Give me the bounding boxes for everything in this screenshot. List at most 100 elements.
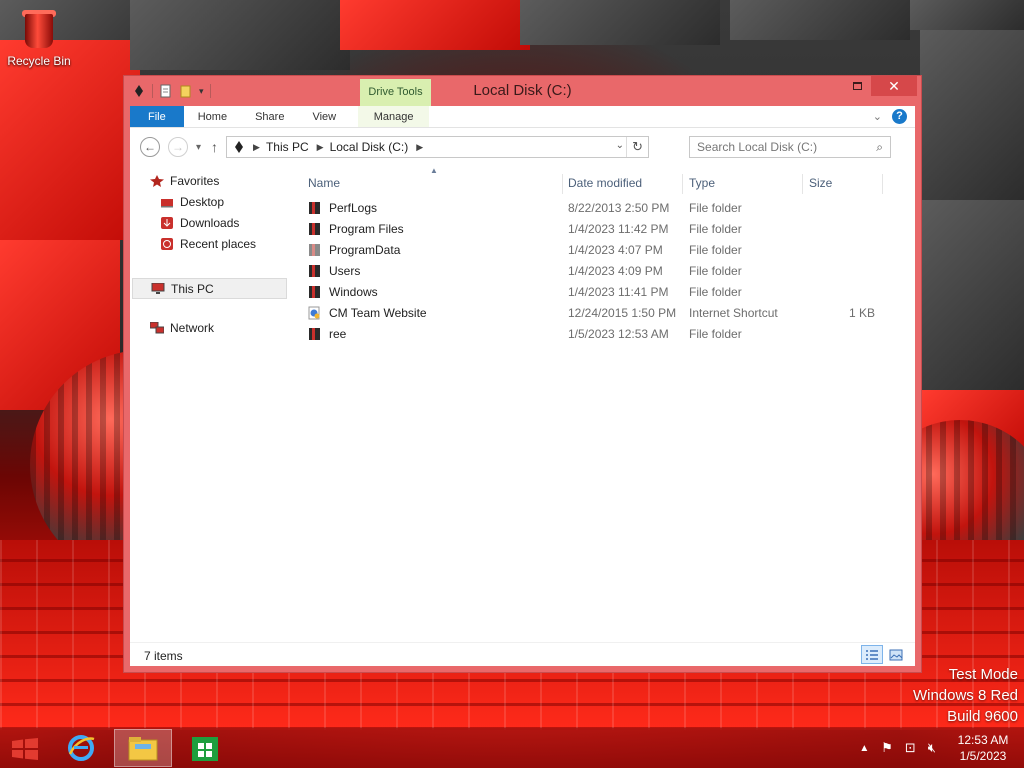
large-icons-view-button[interactable] <box>885 645 907 664</box>
recycle-bin-icon <box>19 8 59 50</box>
column-header-size[interactable]: Size <box>809 174 832 196</box>
address-history-chevron-icon[interactable]: ⌄ <box>616 140 624 151</box>
nav-item-recent-places[interactable]: Recent places <box>160 237 256 251</box>
file-type: File folder <box>689 243 742 257</box>
file-name: CM Team Website <box>329 306 427 320</box>
file-explorer-icon <box>128 737 158 761</box>
view-switcher <box>861 645 907 664</box>
file-row-windows[interactable]: Windows 1/4/2023 11:41 PM File folder <box>300 282 905 303</box>
volume-muted-icon[interactable]: 🔇︎ <box>928 740 936 756</box>
watermark-line-2: Windows 8 Red <box>912 687 1018 704</box>
help-icon[interactable]: ? <box>892 109 907 124</box>
show-hidden-icons-chevron-icon[interactable]: ▲ <box>859 743 869 754</box>
desktop-icon-recycle-bin[interactable]: Recycle Bin <box>4 8 74 68</box>
file-name: PerfLogs <box>329 201 378 215</box>
nav-item-network[interactable]: Network <box>150 321 214 335</box>
action-center-flag-icon[interactable]: ⚑ <box>881 740 893 756</box>
file-row-perflogs[interactable]: PerfLogs 8/22/2013 2:50 PM File folder <box>300 198 905 219</box>
taskbar-clock[interactable]: 12:53 AM 1/5/2023 <box>948 732 1018 764</box>
status-bar: 7 items <box>130 642 915 666</box>
nav-item-desktop[interactable]: Desktop <box>160 195 224 209</box>
breadcrumb-separator-icon[interactable]: ▶ <box>416 142 423 153</box>
file-type: Internet Shortcut <box>689 306 778 320</box>
tab-view[interactable]: View <box>298 106 350 127</box>
taskbar-file-explorer[interactable] <box>114 729 172 767</box>
column-header-name[interactable]: Name <box>308 174 340 196</box>
nav-item-downloads[interactable]: Downloads <box>160 216 239 230</box>
maximize-button[interactable] <box>843 76 871 96</box>
folder-icon <box>309 244 320 256</box>
taskbar-store[interactable] <box>176 729 234 767</box>
taskbar-internet-explorer[interactable] <box>52 729 110 767</box>
folder-icon <box>309 328 320 340</box>
this-pc-icon <box>151 282 165 294</box>
forward-button[interactable]: → <box>168 137 188 157</box>
network-icon <box>150 322 164 334</box>
internet-shortcut-icon <box>308 306 320 320</box>
details-view-icon <box>866 649 878 660</box>
column-header-type[interactable]: Type <box>689 174 715 196</box>
address-bar[interactable]: ▶ This PC ▶ Local Disk (C:) ▶ ⌄ ↻ <box>226 136 650 158</box>
recent-locations-chevron-icon[interactable]: ▾ <box>196 142 201 153</box>
network-status-icon[interactable]: ⊡ <box>905 740 916 756</box>
nav-item-label: This PC <box>171 281 214 296</box>
refresh-icon: ↻ <box>632 139 643 154</box>
breadcrumb-separator-icon[interactable]: ▶ <box>317 142 324 153</box>
maximize-icon <box>852 82 862 90</box>
expand-ribbon-chevron-icon[interactable]: ⌄ <box>873 110 882 123</box>
breadcrumb-local-disk[interactable]: Local Disk (C:) <box>330 140 409 154</box>
ribbon-tabs: File Home Share View Manage ⌄ ? <box>130 106 915 128</box>
file-row-ree[interactable]: ree 1/5/2023 12:53 AM File folder <box>300 324 905 345</box>
tab-manage[interactable]: Manage <box>358 106 430 127</box>
breadcrumb-separator-icon[interactable]: ▶ <box>253 142 260 153</box>
title-bar[interactable]: ▾ Drive Tools Local Disk (C:) ✕ <box>124 76 921 106</box>
file-type: File folder <box>689 201 742 215</box>
folder-icon <box>309 223 320 235</box>
close-icon: ✕ <box>888 77 900 94</box>
folder-icon <box>309 286 320 298</box>
item-count: 7 items <box>144 649 183 663</box>
file-type: File folder <box>689 327 742 341</box>
nav-item-label: Downloads <box>180 216 240 230</box>
file-row-users[interactable]: Users 1/4/2023 4:09 PM File folder <box>300 261 905 282</box>
explorer-body: Favorites Desktop Downloads Recent place… <box>130 166 915 642</box>
nav-favorites[interactable]: Favorites <box>150 174 219 188</box>
clock-time: 12:53 AM <box>957 733 1009 747</box>
taskbar: ▲ ⚑ ⊡ 🔇︎ 12:53 AM 1/5/2023 <box>0 728 1024 768</box>
search-input[interactable] <box>697 140 858 154</box>
large-icons-view-icon <box>889 649 903 660</box>
search-box[interactable]: ⌕ <box>689 136 892 158</box>
nav-item-this-pc[interactable]: This PC <box>132 278 287 299</box>
forward-arrow-icon: → <box>172 140 184 154</box>
sort-ascending-icon: ▲ <box>430 166 438 175</box>
folder-icon <box>309 265 320 277</box>
window-title: Local Disk (C:) <box>473 82 572 99</box>
downloads-icon <box>161 217 173 229</box>
close-button[interactable]: ✕ <box>871 76 917 96</box>
file-type: File folder <box>689 222 742 236</box>
watermark-line-1: Test Mode <box>948 666 1018 683</box>
file-name: Windows <box>329 285 378 299</box>
navigation-bar: ← → ▾ ↑ ▶ This PC ▶ Local Disk (C:) ▶ ⌄ … <box>130 128 915 166</box>
file-name: Users <box>329 264 361 278</box>
tab-share[interactable]: Share <box>241 106 298 127</box>
breadcrumb-this-pc[interactable]: This PC <box>266 140 309 154</box>
up-arrow-icon[interactable]: ↑ <box>211 139 218 155</box>
file-size: 1 KB <box>848 306 875 320</box>
file-name: Program Files <box>329 222 404 236</box>
nav-item-label: Desktop <box>180 195 225 209</box>
start-icon[interactable] <box>12 738 38 760</box>
file-row-cm-team-website[interactable]: CM Team Website 12/24/2015 1:50 PM Inter… <box>300 303 905 324</box>
file-row-program-files[interactable]: Program Files 1/4/2023 11:42 PM File fol… <box>300 219 905 240</box>
file-date: 1/4/2023 4:09 PM <box>568 264 663 278</box>
file-row-programdata[interactable]: ProgramData 1/4/2023 4:07 PM File folder <box>300 240 905 261</box>
star-icon <box>150 175 164 187</box>
search-icon[interactable]: ⌕ <box>876 140 883 155</box>
back-button[interactable]: ← <box>140 137 160 157</box>
details-view-button[interactable] <box>861 645 883 664</box>
folder-icon <box>309 202 320 214</box>
column-header-date-modified[interactable]: Date modified <box>568 174 642 196</box>
tab-file[interactable]: File <box>130 106 184 127</box>
refresh-button[interactable]: ↻ <box>626 137 648 157</box>
tab-home[interactable]: Home <box>184 106 241 127</box>
